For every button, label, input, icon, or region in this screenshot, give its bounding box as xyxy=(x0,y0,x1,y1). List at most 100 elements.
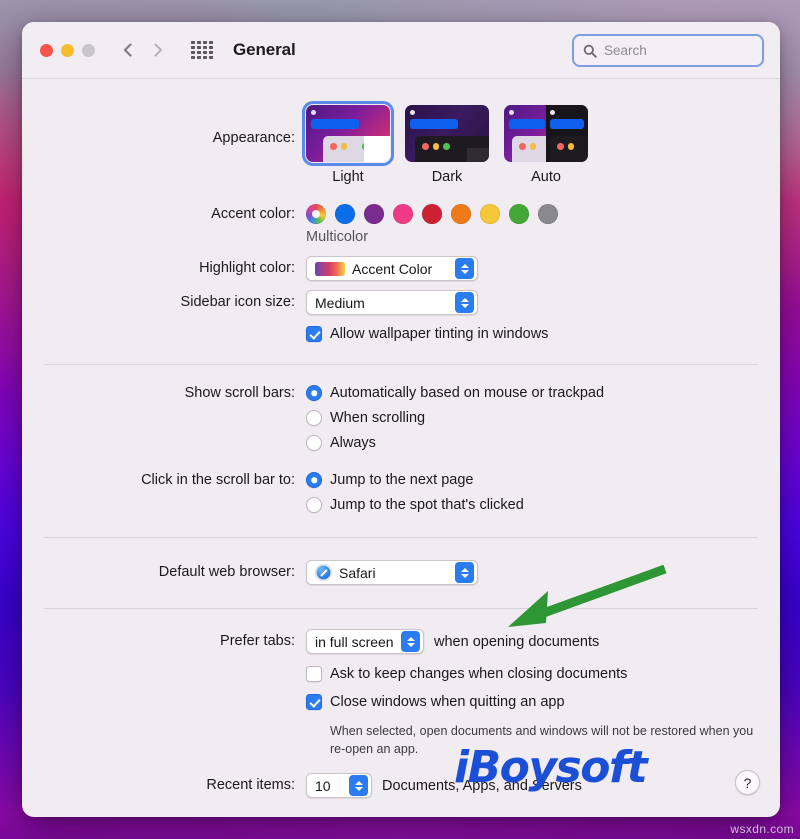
appearance-thumb-light[interactable] xyxy=(301,100,395,167)
appearance-thumb-auto[interactable] xyxy=(504,105,588,162)
prefer-tabs-row: Prefer tabs: in full screen when opening… xyxy=(22,629,780,654)
scrollbar-option-auto[interactable]: Automatically based on mouse or trackpad xyxy=(306,385,780,401)
search-placeholder: Search xyxy=(604,43,647,58)
accent-swatch-blue[interactable] xyxy=(335,204,355,224)
back-button[interactable] xyxy=(119,41,137,59)
sidebar-icon-size-stepper[interactable] xyxy=(455,292,474,313)
prefer-tabs-suffix: when opening documents xyxy=(434,633,600,650)
traffic-lights xyxy=(40,43,95,57)
recent-items-stepper[interactable] xyxy=(349,775,368,797)
highlight-color-dropdown[interactable]: Accent Color xyxy=(306,256,478,281)
recent-items-row: Recent items: 10 Documents, Apps, and Se… xyxy=(22,773,780,799)
prefer-tabs-dropdown[interactable]: in full screen xyxy=(306,629,424,654)
wallpaper-tinting-checkbox-line[interactable]: Allow wallpaper tinting in windows xyxy=(306,326,780,342)
ask-keep-changes-label: Ask to keep changes when closing documen… xyxy=(330,666,628,682)
appearance-options: Light Dark Auto xyxy=(301,100,780,185)
accent-swatch-orange[interactable] xyxy=(451,204,471,224)
accent-swatch-yellow[interactable] xyxy=(480,204,500,224)
scroll-click-row: Click in the scroll bar to: Jump to the … xyxy=(22,472,780,513)
help-button[interactable]: ? xyxy=(735,770,760,795)
separator-3 xyxy=(44,608,758,609)
default-web-browser-dropdown[interactable]: Safari xyxy=(306,560,478,585)
ask-keep-changes-checkbox[interactable] xyxy=(306,666,322,682)
appearance-label: Appearance: xyxy=(212,130,295,146)
highlight-color-value: Accent Color xyxy=(352,260,433,277)
close-windows-checkbox[interactable] xyxy=(306,694,322,710)
accent-swatch-pink[interactable] xyxy=(393,204,413,224)
separator-1 xyxy=(44,364,758,365)
show-scroll-bars-label: Show scroll bars: xyxy=(184,385,295,401)
wallpaper-tinting-label: Allow wallpaper tinting in windows xyxy=(330,326,549,342)
separator-2 xyxy=(44,537,758,538)
appearance-row: Appearance: Light Dark Auto xyxy=(22,100,780,185)
accent-color-row: Accent color: Multicolor xyxy=(22,204,780,245)
default-web-browser-stepper[interactable] xyxy=(455,562,474,583)
highlight-color-stepper[interactable] xyxy=(455,258,474,279)
highlight-color-label: Highlight color: xyxy=(199,260,295,276)
wallpaper-tinting-checkbox[interactable] xyxy=(306,326,322,342)
search-field[interactable]: Search xyxy=(572,34,764,67)
accent-color-label: Accent color: xyxy=(211,206,295,222)
prefer-tabs-label: Prefer tabs: xyxy=(220,633,295,649)
scrollbar-option-when-scrolling[interactable]: When scrolling xyxy=(306,410,780,426)
show-scroll-bars-row: Show scroll bars: Automatically based on… xyxy=(22,385,780,451)
default-web-browser-row: Default web browser: Safari xyxy=(22,560,780,586)
accent-color-selected-label: Multicolor xyxy=(306,229,369,245)
minimize-button[interactable] xyxy=(61,43,74,57)
accent-swatch-red[interactable] xyxy=(422,204,442,224)
sidebar-icon-size-label: Sidebar icon size: xyxy=(180,294,295,310)
appearance-label-light: Light xyxy=(332,169,364,185)
wallpaper-tinting-row: Allow wallpaper tinting in windows xyxy=(22,326,780,342)
scroll-click-option-spot[interactable]: Jump to the spot that's clicked xyxy=(306,497,780,513)
safari-icon xyxy=(315,564,332,581)
scrollbar-radio-auto[interactable] xyxy=(306,385,322,401)
window-titlebar: General Search xyxy=(22,22,780,79)
appearance-option-auto[interactable]: Auto xyxy=(504,105,588,185)
scroll-click-radio-spot[interactable] xyxy=(306,497,322,513)
navigation-buttons xyxy=(119,41,167,59)
close-windows-row: Close windows when quitting an app xyxy=(22,694,780,710)
ask-keep-changes-row: Ask to keep changes when closing documen… xyxy=(22,666,780,682)
preferences-content: Appearance: Light Dark Auto Accent color… xyxy=(22,79,780,817)
close-button[interactable] xyxy=(40,43,53,57)
appearance-label-auto: Auto xyxy=(531,169,561,185)
show-all-grid-icon[interactable] xyxy=(191,41,213,59)
sidebar-icon-size-dropdown[interactable]: Medium xyxy=(306,290,478,315)
search-icon xyxy=(583,44,597,58)
appearance-option-dark[interactable]: Dark xyxy=(405,105,489,185)
zoom-button xyxy=(82,43,95,57)
recent-items-value: 10 xyxy=(315,777,331,794)
scroll-click-radio-next-page[interactable] xyxy=(306,472,322,488)
recent-items-dropdown[interactable]: 10 xyxy=(306,773,372,799)
prefer-tabs-stepper[interactable] xyxy=(401,631,420,652)
recent-items-label: Recent items: xyxy=(206,777,295,794)
sidebar-icon-size-row: Sidebar icon size: Medium xyxy=(22,290,780,315)
system-preferences-window: General Search Appearance: Light Dark Au… xyxy=(22,22,780,817)
scrollbar-radio-when-scrolling[interactable] xyxy=(306,410,322,426)
close-windows-hint-row: When selected, open documents and window… xyxy=(22,722,780,758)
prefer-tabs-value: in full screen xyxy=(315,633,394,650)
accent-color-swatches xyxy=(306,204,780,224)
accent-swatch-graphite[interactable] xyxy=(538,204,558,224)
close-windows-line[interactable]: Close windows when quitting an app xyxy=(306,694,780,710)
accent-swatch-purple[interactable] xyxy=(364,204,384,224)
ask-keep-changes-line[interactable]: Ask to keep changes when closing documen… xyxy=(306,666,780,682)
scrollbar-option-always[interactable]: Always xyxy=(306,435,780,451)
accent-swatch-green[interactable] xyxy=(509,204,529,224)
accent-swatch-multicolor[interactable] xyxy=(306,204,326,224)
appearance-thumb-dark[interactable] xyxy=(405,105,489,162)
highlight-color-row: Highlight color: Accent Color xyxy=(22,256,780,281)
accent-gradient-chip xyxy=(315,261,345,276)
appearance-label-dark: Dark xyxy=(431,169,463,185)
site-credit: wsxdn.com xyxy=(730,822,794,836)
default-web-browser-label: Default web browser: xyxy=(158,564,295,580)
scrollbar-radio-always[interactable] xyxy=(306,435,322,451)
scroll-click-option-next-page[interactable]: Jump to the next page xyxy=(306,472,780,488)
page-title: General xyxy=(233,40,296,59)
watermark-logo: iBoysoft xyxy=(454,742,648,793)
sidebar-icon-size-value: Medium xyxy=(315,294,365,311)
forward-button[interactable] xyxy=(149,41,167,59)
close-windows-label: Close windows when quitting an app xyxy=(330,694,565,710)
default-web-browser-value: Safari xyxy=(339,564,376,581)
appearance-option-light[interactable]: Light xyxy=(301,100,395,185)
